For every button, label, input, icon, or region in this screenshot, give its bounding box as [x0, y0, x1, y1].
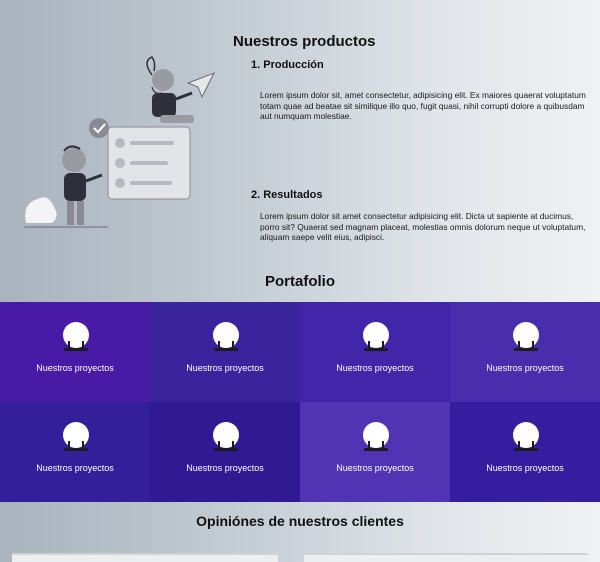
portfolio-title: Portafolio [265, 273, 335, 290]
portfolio-tile[interactable]: Nuestros proyectos [150, 302, 300, 402]
portfolio-tile[interactable]: Nuestros proyectos [450, 402, 600, 502]
project-icon [213, 422, 239, 451]
tile-label: Nuestros proyectos [336, 463, 414, 473]
portfolio-tile[interactable]: Nuestros proyectos [300, 402, 450, 502]
portfolio-tile[interactable]: Nuestros proyectos [0, 402, 150, 502]
portfolio-tile[interactable]: Nuestros proyectos [0, 302, 150, 402]
portfolio-tile[interactable]: Nuestros proyectos [450, 302, 600, 402]
review-card [12, 553, 278, 562]
project-icon [363, 322, 389, 351]
review-card [304, 553, 588, 562]
products-item-title: 1. Producción [251, 59, 324, 71]
tile-label: Nuestros proyectos [36, 463, 114, 473]
products-item-text: Lorem ipsum dolor sit amet consectetur a… [260, 211, 586, 242]
tile-label: Nuestros proyectos [336, 363, 414, 373]
portfolio-grid: Nuestros proyectos Nuestros proyectos Nues… [0, 302, 600, 502]
portfolio-tile[interactable]: Nuestros proyectos [150, 402, 300, 502]
tile-label: Nuestros proyectos [186, 363, 264, 373]
products-illustration [24, 56, 216, 228]
tile-label: Nuestros proyectos [186, 463, 264, 473]
products-item-title: 2. Resultados [251, 189, 323, 201]
project-icon [213, 322, 239, 351]
reviews-title: Opiniónes de nuestros clientes [196, 513, 404, 529]
tile-label: Nuestros proyectos [486, 463, 564, 473]
project-icon [513, 422, 539, 451]
project-icon [63, 322, 89, 351]
project-icon [363, 422, 389, 451]
tile-label: Nuestros proyectos [36, 363, 114, 373]
project-icon [63, 422, 89, 451]
tile-label: Nuestros proyectos [486, 363, 564, 373]
products-item-text: Lorem ipsum dolor sit, amet consectetur,… [260, 90, 586, 121]
portfolio-tile[interactable]: Nuestros proyectos [300, 302, 450, 402]
project-icon [513, 322, 539, 351]
